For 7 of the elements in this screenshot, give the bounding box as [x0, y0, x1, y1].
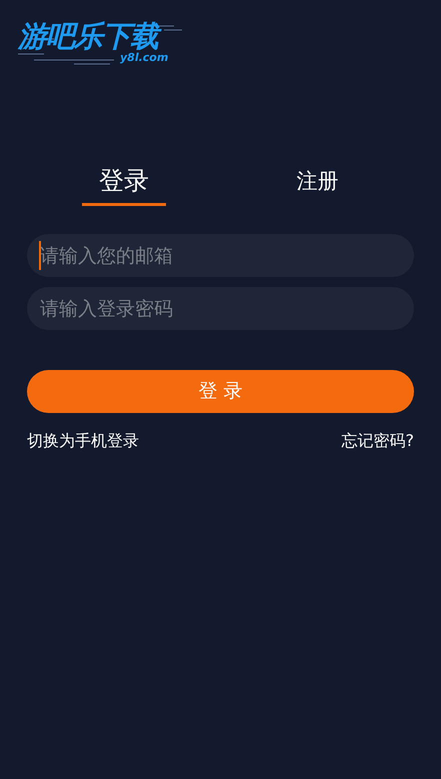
tab[interactable]: 注册	[279, 163, 356, 206]
switch-to-phone-link[interactable]: 切换为手机登录	[27, 429, 139, 453]
input-field[interactable]: 请输入登录密码	[27, 287, 414, 330]
tab[interactable]: 登录	[82, 163, 166, 206]
input-field[interactable]: 请输入您的邮箱	[27, 234, 414, 277]
logo-domain: y8l.com	[120, 51, 168, 64]
forgot-password-link[interactable]: 忘记密码?	[342, 429, 414, 453]
